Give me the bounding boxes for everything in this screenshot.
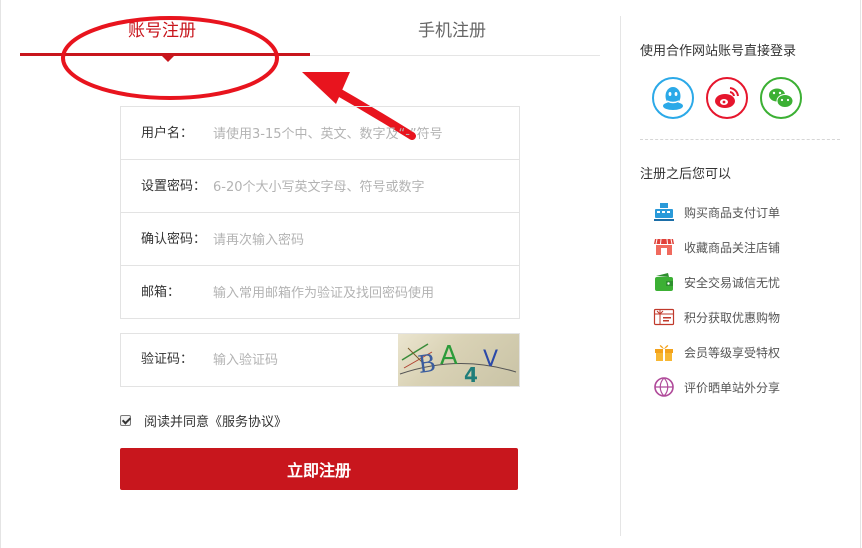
email-label: 邮箱： <box>141 285 181 300</box>
frame-left-border <box>0 0 1 548</box>
benefit-text: 收藏商品关注店铺 <box>684 240 781 255</box>
password-row: 设置密码： <box>121 160 519 213</box>
tab-account-register[interactable]: 账号注册 <box>128 16 196 41</box>
wechat-icon <box>769 88 794 108</box>
frame-right-border <box>860 0 861 548</box>
captcha-row: 验证码： B A 4 V <box>120 333 520 387</box>
captcha-char-4: V <box>483 347 498 372</box>
agree-text[interactable]: 阅读并同意《服务协议》 <box>144 411 287 430</box>
benefit-item: 积分获取优惠购物 <box>652 305 780 329</box>
annotation-arrowhead <box>302 72 350 104</box>
benefit-text: 积分获取优惠购物 <box>684 310 781 325</box>
qq-icon <box>663 87 683 110</box>
register-tabs: 账号注册 手机注册 <box>20 0 600 62</box>
username-row: 用户名： <box>121 107 519 160</box>
captcha-image[interactable]: B A 4 V <box>398 334 519 386</box>
benefit-text: 购买商品支付订单 <box>684 205 781 220</box>
benefits-title: 注册之后您可以 <box>640 167 732 182</box>
weibo-icon <box>715 87 739 108</box>
confirm-password-label: 确认密码： <box>141 232 207 247</box>
username-label: 用户名： <box>141 126 194 141</box>
password-label: 设置密码： <box>141 179 207 194</box>
register-button[interactable]: 立即注册 <box>120 448 518 490</box>
email-row: 邮箱： <box>121 266 519 319</box>
column-divider <box>620 16 621 536</box>
gift-box-icon <box>655 345 673 361</box>
confirm-password-input[interactable] <box>213 228 509 252</box>
captcha-char-1: B <box>416 349 437 379</box>
benefit-item: 安全交易诚信无忧 <box>652 270 780 294</box>
qq-login-button[interactable] <box>652 77 694 119</box>
benefit-item: 评价晒单站外分享 <box>652 375 780 399</box>
store-icon <box>654 238 674 255</box>
benefit-item: 会员等级享受特权 <box>652 340 780 364</box>
wechat-login-button[interactable] <box>760 77 802 119</box>
weibo-login-button[interactable] <box>706 77 748 119</box>
confirm-password-row: 确认密码： <box>121 213 519 266</box>
username-input[interactable] <box>213 122 509 146</box>
benefit-text: 会员等级享受特权 <box>684 345 781 360</box>
agree-checkbox[interactable] <box>120 414 131 426</box>
captcha-label: 验证码： <box>141 352 194 367</box>
email-input[interactable] <box>213 281 509 305</box>
share-icon <box>654 377 674 397</box>
third-party-login-title: 使用合作网站账号直接登录 <box>640 44 797 59</box>
benefit-item: 购买商品支付订单 <box>652 200 780 224</box>
captcha-char-2: A <box>440 341 458 371</box>
benefit-item: 收藏商品关注店铺 <box>652 235 780 259</box>
captcha-char-3: 4 <box>464 363 478 386</box>
side-divider <box>640 139 840 140</box>
tab-mobile-register[interactable]: 手机注册 <box>418 16 486 41</box>
benefit-text: 评价晒单站外分享 <box>684 380 781 395</box>
captcha-input[interactable] <box>213 348 393 372</box>
agreement: 阅读并同意《服务协议》 <box>120 410 287 430</box>
wallet-icon <box>655 273 673 291</box>
benefit-text: 安全交易诚信无忧 <box>684 275 781 290</box>
gift-card-icon <box>653 308 675 326</box>
password-input[interactable] <box>213 175 509 199</box>
register-form: 用户名： 设置密码： 确认密码： 邮箱： <box>120 106 520 319</box>
active-tab-pointer <box>162 56 174 62</box>
cash-register-icon <box>654 203 674 221</box>
